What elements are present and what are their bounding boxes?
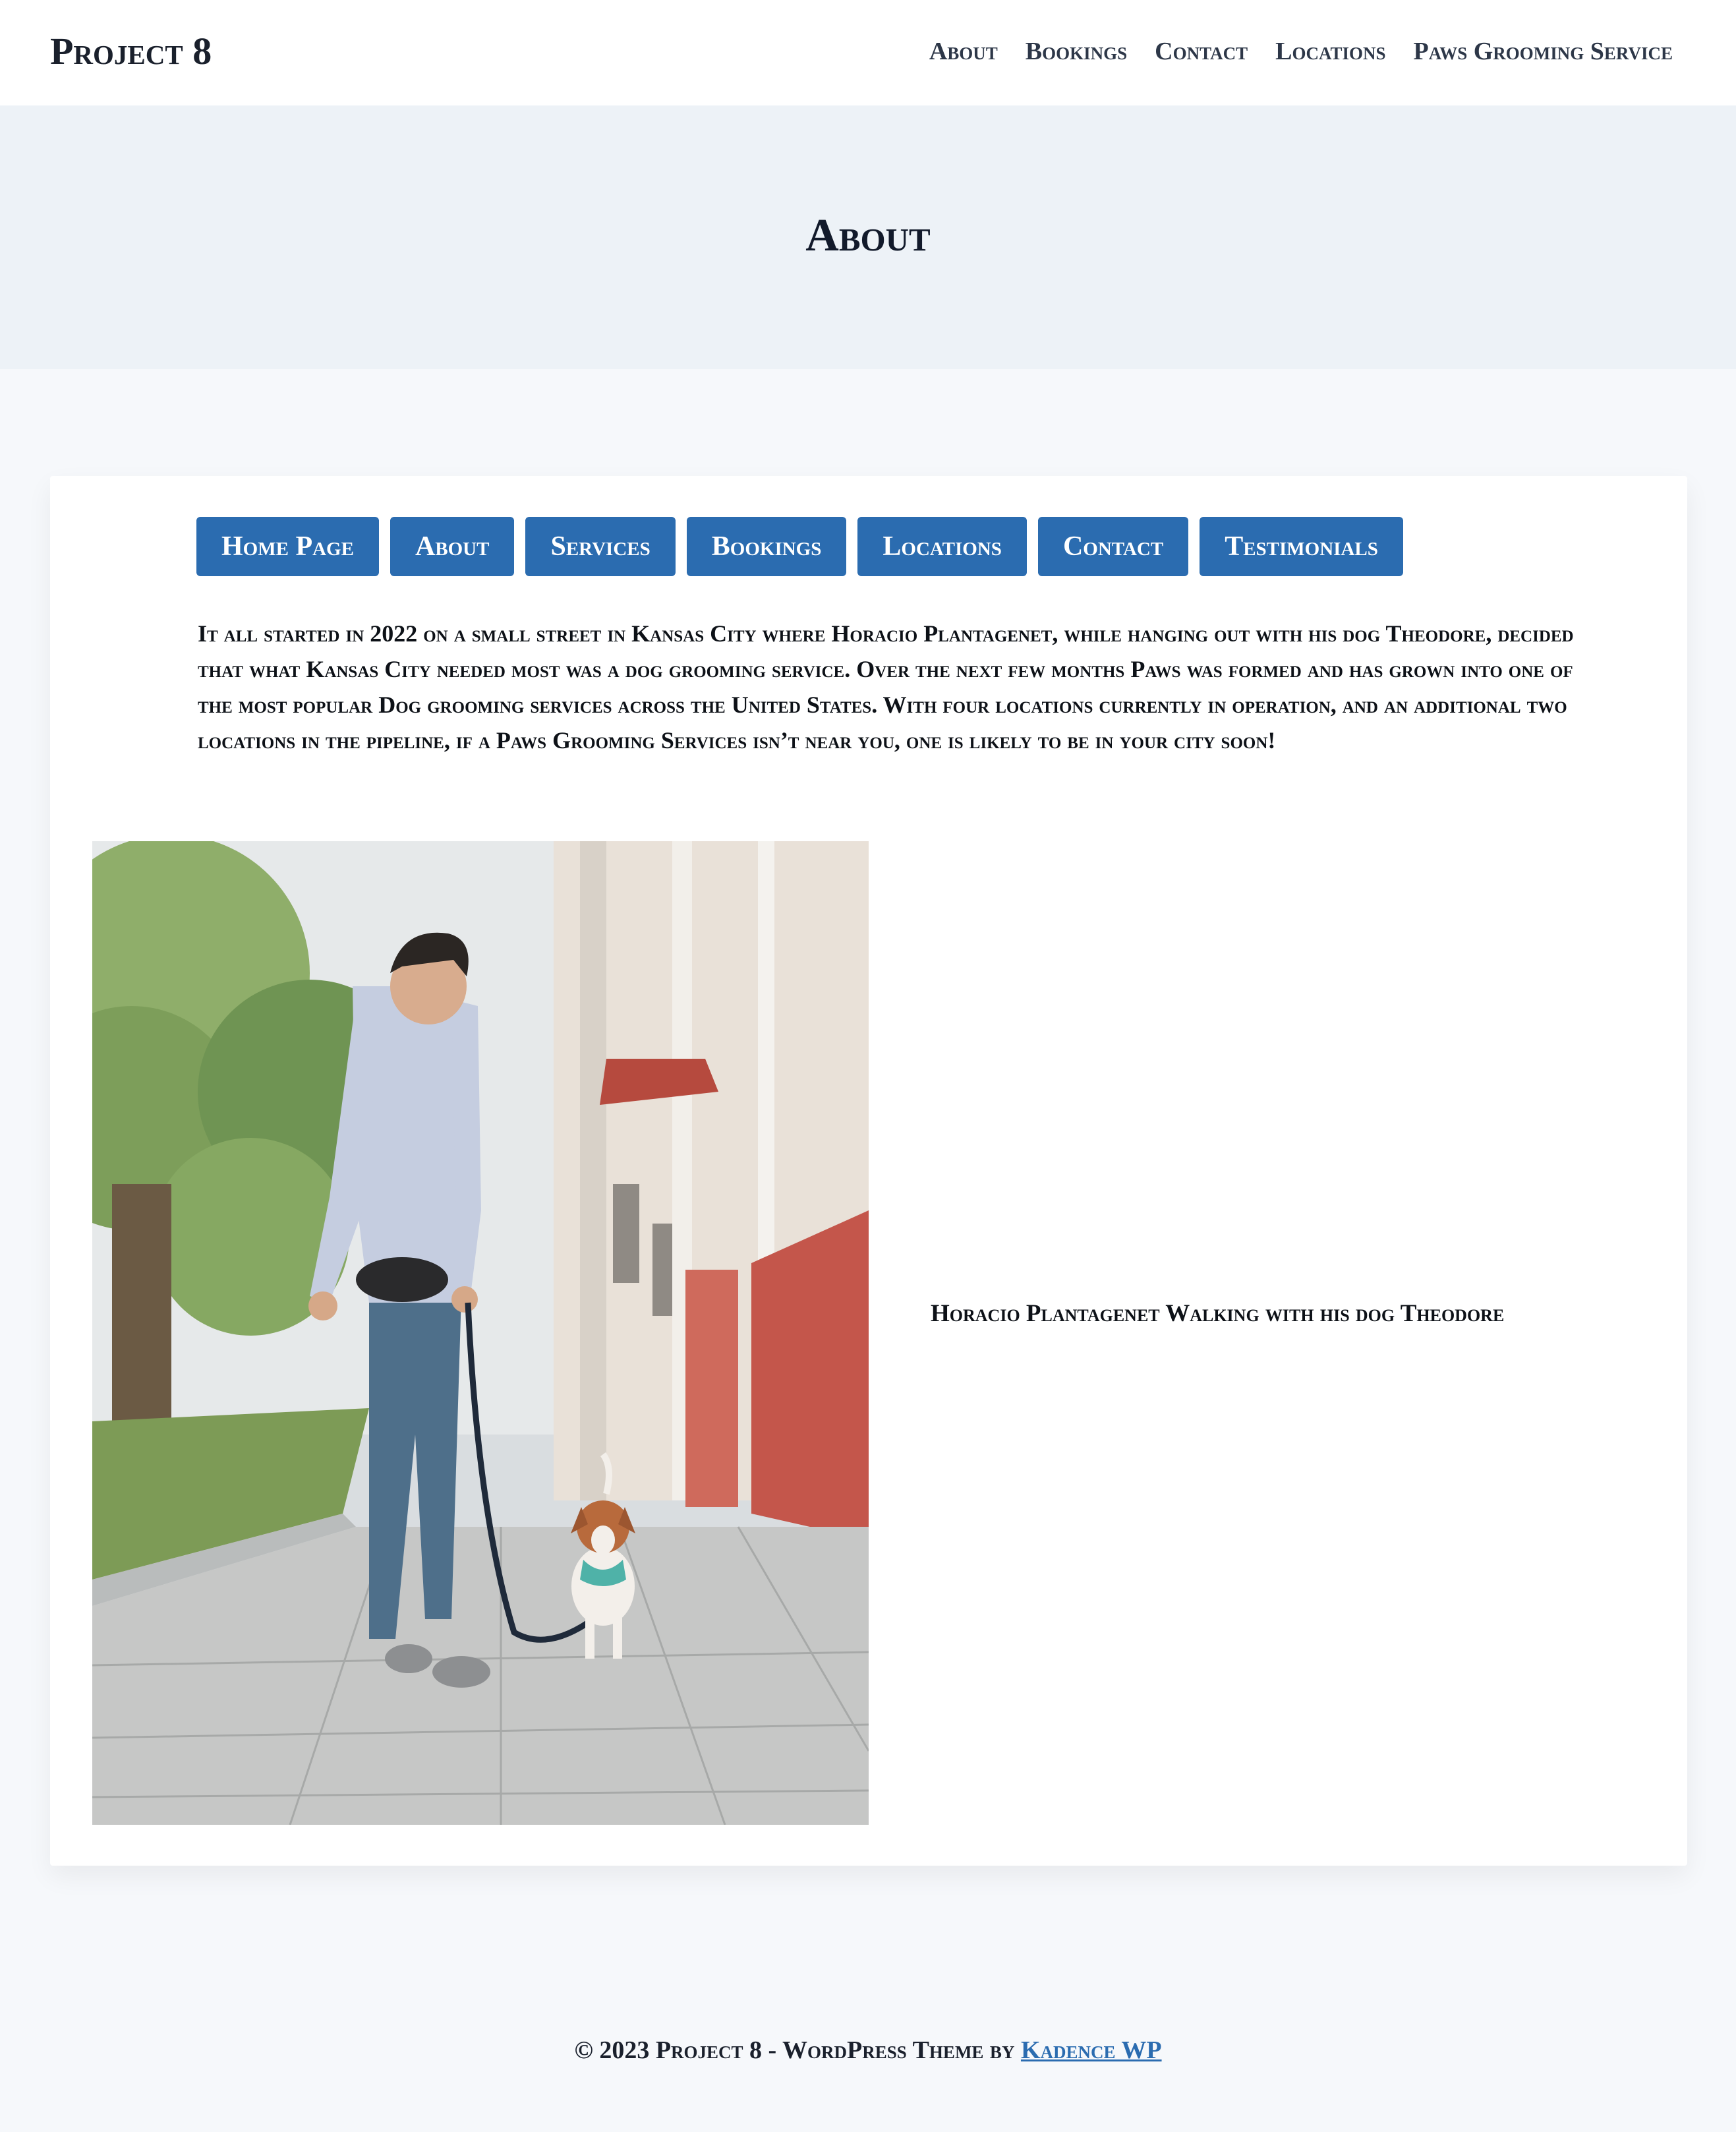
content-card: Home Page About Services Bookings Locati… xyxy=(50,476,1687,1866)
site-brand[interactable]: Project 8 xyxy=(50,26,212,76)
kadence-wp-link[interactable]: Kadence WP xyxy=(1021,2036,1162,2064)
nav-paws-grooming-service[interactable]: Paws Grooming Service xyxy=(1414,34,1673,69)
nav-locations[interactable]: Locations xyxy=(1275,34,1385,69)
testimonials-button[interactable]: Testimonials xyxy=(1200,517,1403,576)
nav-about[interactable]: About xyxy=(929,34,998,69)
footer-copyright: © 2023 Project 8 - WordPress Theme by xyxy=(574,2036,1021,2064)
primary-nav: About Bookings Contact Locations Paws Gr… xyxy=(929,34,1673,69)
home-page-button[interactable]: Home Page xyxy=(196,517,379,576)
site-footer: © 2023 Project 8 - WordPress Theme by Ka… xyxy=(0,2033,1736,2067)
contact-button[interactable]: Contact xyxy=(1037,517,1189,576)
bookings-button[interactable]: Bookings xyxy=(686,517,847,576)
nav-bookings[interactable]: Bookings xyxy=(1026,34,1127,69)
intro-paragraph: It all started in 2022 on a small street… xyxy=(198,620,1574,754)
site-header: Project 8 About Bookings Contact Locatio… xyxy=(0,0,1736,105)
photo-caption: Horacio Plantagenet Walking with his dog… xyxy=(931,1300,1505,1327)
page-title: About xyxy=(805,210,931,261)
page-title-band: About xyxy=(0,105,1736,369)
about-button[interactable]: About xyxy=(390,517,515,576)
owner-dog-photo xyxy=(92,841,869,1825)
nav-contact[interactable]: Contact xyxy=(1155,34,1248,69)
button-row: Home Page About Services Bookings Locati… xyxy=(196,517,1403,576)
services-button[interactable]: Services xyxy=(525,517,676,576)
locations-button[interactable]: Locations xyxy=(857,517,1027,576)
